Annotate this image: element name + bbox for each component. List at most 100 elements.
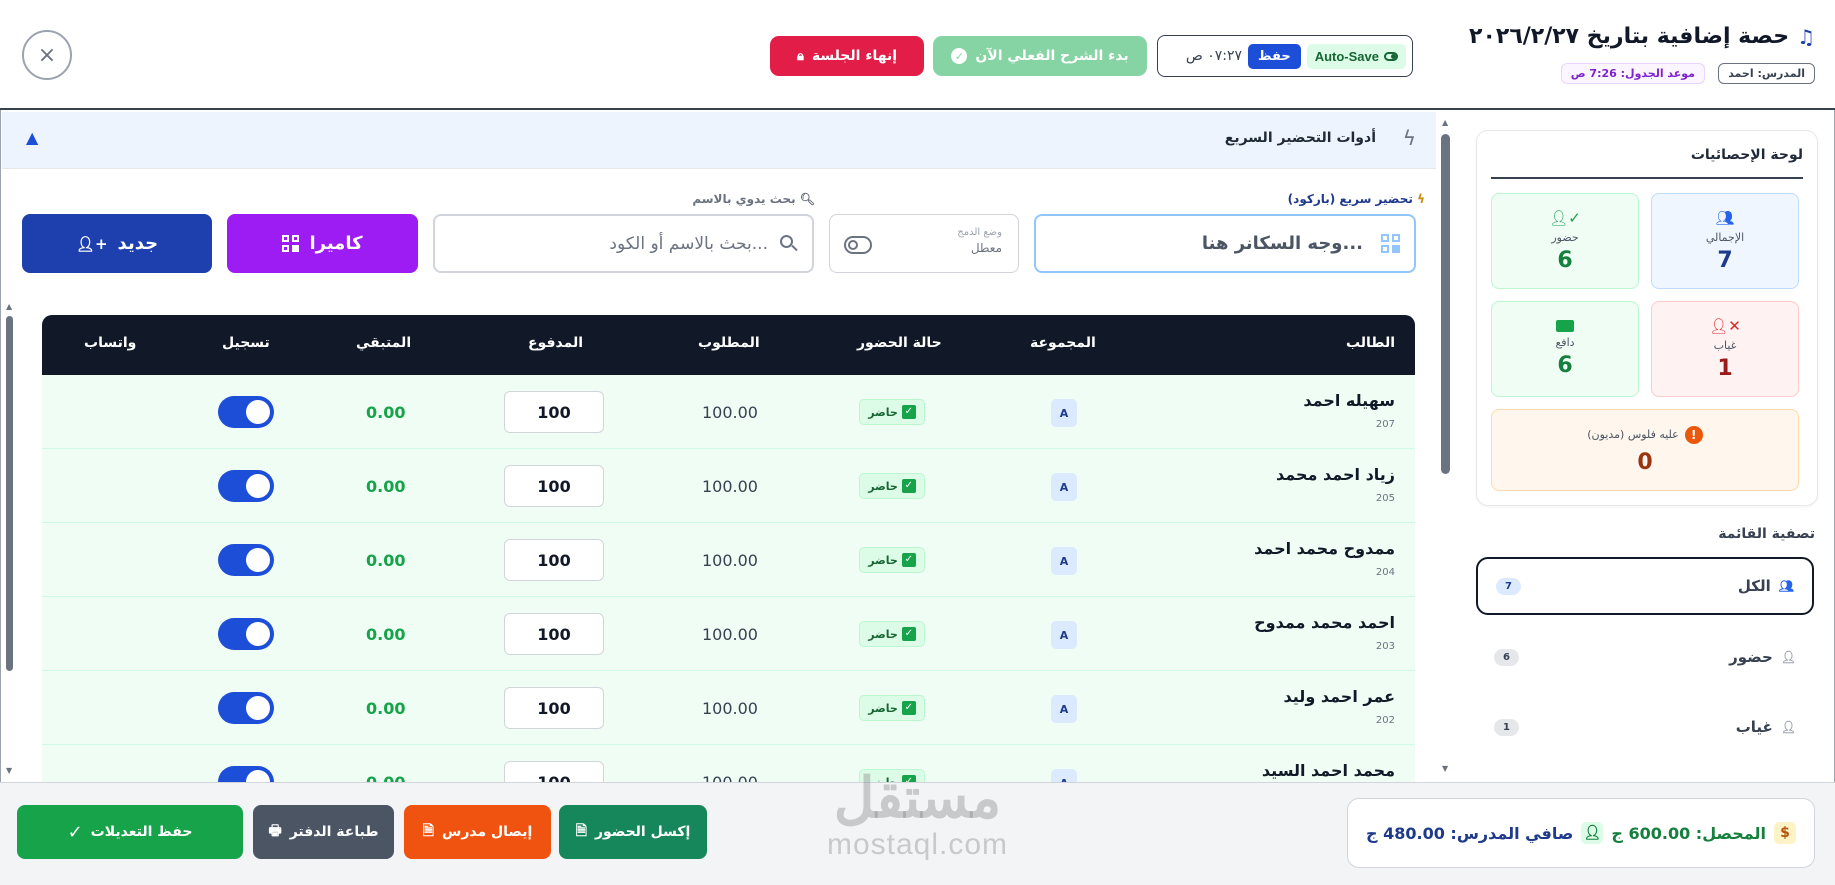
stat-debt: ! عليه فلوس (مديون) 0 bbox=[1491, 409, 1799, 491]
stat-paid: دافع 6 bbox=[1491, 301, 1639, 397]
printer-icon: 🖶︎ bbox=[268, 823, 282, 839]
scroll-down-icon[interactable]: ▼ bbox=[1442, 764, 1448, 773]
group-badge: A bbox=[1051, 695, 1077, 723]
teacher-receipt-button[interactable]: 🗎︎ إيصال مدرس bbox=[404, 805, 551, 859]
paid-input[interactable]: 100 bbox=[504, 465, 604, 507]
autosave-toggle[interactable]: Auto-Save bbox=[1306, 43, 1406, 69]
status-badge: ✓ حاضر bbox=[859, 399, 925, 425]
paid-input[interactable]: 100 bbox=[504, 613, 604, 655]
main-scrollbar[interactable]: ▲ ▼ bbox=[1440, 118, 1451, 778]
status-badge: ✓ حاضر bbox=[859, 473, 925, 499]
close-button[interactable]: × bbox=[22, 30, 72, 80]
session-time: ٠٧:٢٧ ص bbox=[1185, 48, 1243, 64]
watermark: مستقل mostaql.com bbox=[826, 766, 1009, 862]
scrollbar-thumb[interactable] bbox=[1441, 134, 1450, 474]
scrollbar-thumb[interactable] bbox=[6, 316, 13, 671]
lock-icon: 🔒︎ bbox=[796, 48, 804, 64]
user-x-icon: 👤︎✕ bbox=[1709, 317, 1741, 335]
students-table: الطالب المجموعة حالة الحضور المطلوب المد… bbox=[42, 315, 1415, 785]
quick-tools-bar[interactable]: ϟ أدوات التحضير السريع ▲ bbox=[2, 112, 1436, 169]
save-button[interactable]: حفظ bbox=[1248, 43, 1301, 69]
qr-icon bbox=[282, 235, 300, 252]
user-plus-icon: 👤︎+ bbox=[75, 234, 108, 253]
paid-input[interactable]: 100 bbox=[504, 687, 604, 729]
check-icon: ✓ bbox=[901, 479, 916, 493]
scroll-down-icon[interactable]: ▼ bbox=[6, 766, 12, 775]
search-input[interactable]: بحث بالاسم أو الكود... bbox=[433, 214, 814, 273]
group-badge: A bbox=[1051, 621, 1077, 649]
filter-absent[interactable]: 👤︎ غياب 1 bbox=[1476, 698, 1814, 756]
status-badge: ✓ حاضر bbox=[859, 695, 925, 721]
table-row: ممدوح محمد احمد 204 A ✓ حاضر 100.00 100 0… bbox=[42, 523, 1415, 597]
scroll-up-icon[interactable]: ▲ bbox=[6, 302, 12, 311]
schedule-badge: موعد الجدول: 7:26 ص bbox=[1560, 63, 1705, 84]
status-badge: ✓ حاضر bbox=[859, 547, 925, 573]
end-session-button[interactable]: 🔒︎ إنهاء الجلسة bbox=[770, 36, 924, 76]
paid-input[interactable]: 100 bbox=[504, 539, 604, 581]
excel-file-icon: 🗎︎ bbox=[575, 823, 587, 839]
stat-present: 👤︎✓ حضور 6 bbox=[1491, 193, 1639, 289]
user-check-icon: 👤︎ bbox=[1780, 650, 1796, 664]
register-toggle[interactable] bbox=[218, 470, 274, 502]
search-label: 🔍︎ بحث يدوي بالاسم bbox=[692, 192, 815, 206]
check-icon: ✓ bbox=[901, 405, 916, 419]
stats-title: لوحة الإحصائيات bbox=[1690, 147, 1803, 163]
money-icon bbox=[1556, 320, 1574, 332]
table-header: الطالب المجموعة حالة الحضور المطلوب المد… bbox=[42, 315, 1415, 375]
session-title: ♫ حصة إضافية بتاريخ ٢٠٢٦/٢/٢٧ bbox=[1469, 24, 1815, 49]
search-icon: 🔍︎ bbox=[799, 192, 815, 206]
qr-icon bbox=[1381, 234, 1400, 253]
collapse-icon[interactable]: ▲ bbox=[26, 128, 38, 147]
user-x-icon: 👤︎ bbox=[1780, 720, 1796, 734]
divider bbox=[1491, 177, 1803, 179]
merge-mode-toggle[interactable]: وضع الدمج معطل bbox=[829, 214, 1019, 273]
add-student-button[interactable]: 👤︎+ جديد bbox=[22, 214, 212, 273]
teacher-icon: 👤︎ bbox=[1581, 822, 1604, 844]
stat-absent: 👤︎✕ غياب 1 bbox=[1651, 301, 1799, 397]
warning-icon: ! bbox=[1684, 425, 1703, 444]
table-scrollbar[interactable]: ▲ ▼ bbox=[5, 302, 14, 780]
group-badge: A bbox=[1051, 547, 1077, 575]
filter-present[interactable]: 👤︎ حضور 6 bbox=[1476, 628, 1814, 686]
paid-input[interactable]: 100 bbox=[504, 391, 604, 433]
start-lesson-button[interactable]: ✓ بدء الشرح الفعلي الآن bbox=[933, 36, 1147, 76]
register-toggle[interactable] bbox=[218, 618, 274, 650]
check-icon: ✓ bbox=[901, 627, 916, 641]
camera-button[interactable]: كاميرا bbox=[227, 214, 418, 273]
user-check-icon: 👤︎✓ bbox=[1549, 209, 1581, 227]
users-icon: 👥︎ bbox=[1778, 579, 1794, 593]
register-toggle[interactable] bbox=[218, 692, 274, 724]
stats-panel: لوحة الإحصائيات 👥︎ الإجمالي 7 👤︎✓ حضور 6… bbox=[1476, 130, 1818, 506]
money-bag-icon: $ bbox=[1774, 822, 1796, 844]
search-icon bbox=[780, 234, 798, 253]
file-icon: 🗎︎ bbox=[422, 823, 434, 839]
table-row: احمد محمد ممدوح 203 A ✓ حاضر 100.00 100 0… bbox=[42, 597, 1415, 671]
print-register-button[interactable]: 🖶︎ طباعة الدفتر bbox=[253, 805, 394, 859]
music-icon: ♫ bbox=[1797, 24, 1815, 49]
count-badge: 1 bbox=[1494, 718, 1519, 736]
count-badge: 6 bbox=[1494, 648, 1519, 666]
check-circle-icon: ✓ bbox=[951, 48, 968, 64]
barcode-scan-input[interactable]: وجه السكانر هنا... bbox=[1034, 214, 1416, 273]
scroll-up-icon[interactable]: ▲ bbox=[1442, 118, 1448, 127]
table-row: سهيله احمد 207 A ✓ حاضر 100.00 100 0.00 bbox=[42, 375, 1415, 449]
excel-export-button[interactable]: 🗎︎ إكسل الحضور bbox=[559, 805, 707, 859]
table-row: عمر احمد وليد 202 A ✓ حاضر 100.00 100 0.0… bbox=[42, 671, 1415, 745]
toggle-off-icon bbox=[844, 236, 872, 254]
filter-all[interactable]: 👥︎ الكل 7 bbox=[1476, 557, 1814, 615]
register-toggle[interactable] bbox=[218, 544, 274, 576]
stat-total: 👥︎ الإجمالي 7 bbox=[1651, 193, 1799, 289]
check-icon: ✓ bbox=[901, 701, 916, 715]
count-badge: 7 bbox=[1496, 577, 1521, 595]
filter-title: تصفية القائمة bbox=[1718, 526, 1815, 542]
close-icon: × bbox=[37, 42, 57, 68]
status-badge: ✓ حاضر bbox=[859, 621, 925, 647]
teacher-net: 👤︎ صافي المدرس: 480.00 ج bbox=[1366, 822, 1604, 844]
group-badge: A bbox=[1051, 399, 1077, 427]
register-toggle[interactable] bbox=[218, 396, 274, 428]
collected-total: $ المحصل: 600.00 ج bbox=[1611, 822, 1796, 844]
users-icon: 👥︎ bbox=[1715, 209, 1735, 227]
group-badge: A bbox=[1051, 473, 1077, 501]
save-changes-button[interactable]: ✓ حفظ التعديلات bbox=[17, 805, 243, 859]
totals-box: $ المحصل: 600.00 ج 👤︎ صافي المدرس: 480.00 … bbox=[1347, 798, 1815, 868]
